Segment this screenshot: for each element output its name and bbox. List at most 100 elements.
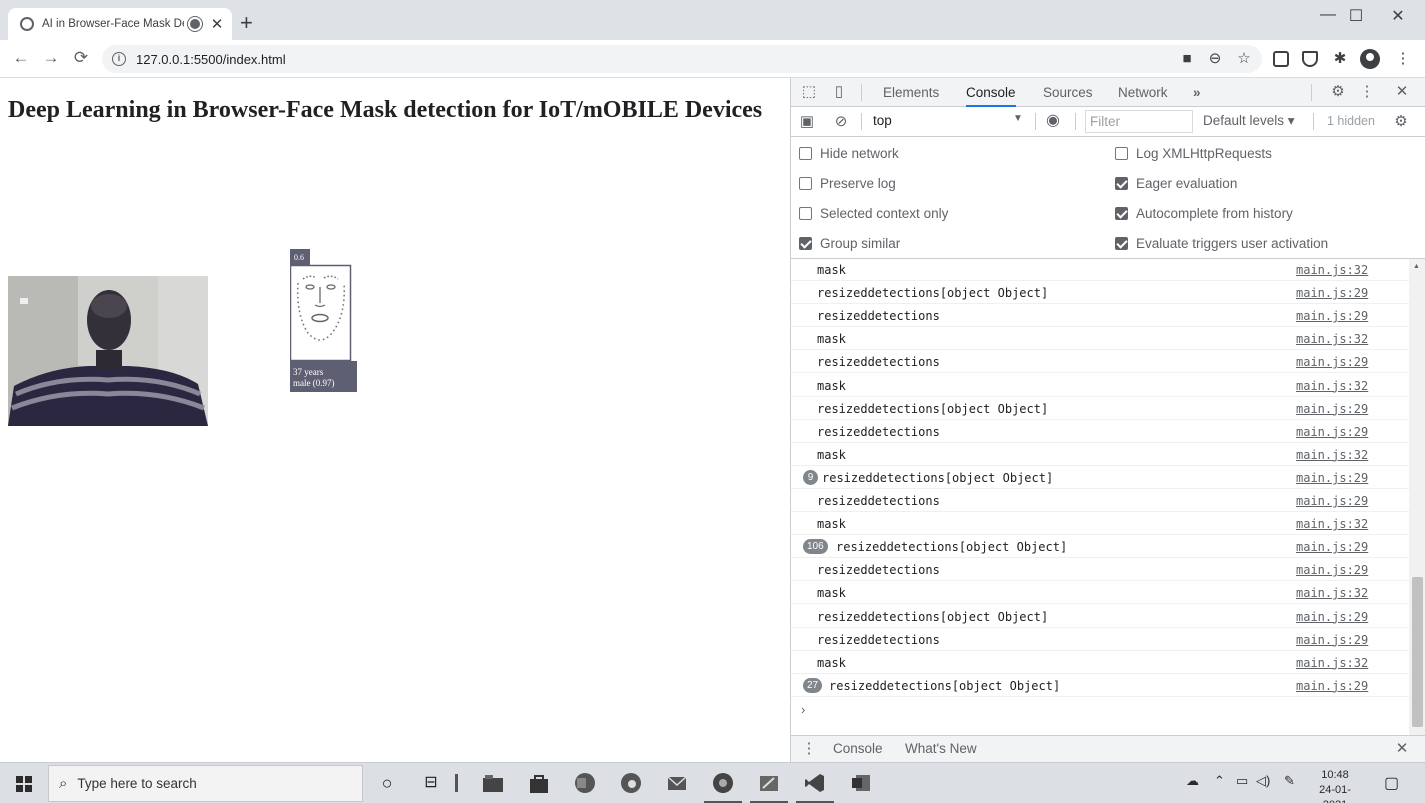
zoom-icon[interactable]: ⊖ [1205, 50, 1225, 68]
console-source-link[interactable]: main.js:29 [1296, 425, 1368, 439]
drawer-tab-whats-new[interactable]: What's New [905, 741, 977, 756]
tab-console[interactable]: Console [966, 78, 1016, 107]
scroll-thumb[interactable] [1412, 577, 1423, 727]
console-source-link[interactable]: main.js:29 [1296, 286, 1368, 300]
address-bar[interactable]: i 127.0.0.1:5500/index.html [102, 45, 1262, 73]
drawer-menu-icon[interactable]: ⋮ [799, 740, 819, 758]
console-source-link[interactable]: main.js:29 [1296, 402, 1368, 416]
console-source-link[interactable]: main.js:29 [1296, 309, 1368, 323]
word-icon[interactable] [850, 772, 872, 794]
task-view-icon[interactable]: ⊟ [420, 772, 442, 794]
setting-hide-network[interactable]: Hide network [799, 143, 899, 163]
setting-preserve-log[interactable]: Preserve log [799, 173, 896, 193]
console-source-link[interactable]: main.js:29 [1296, 563, 1368, 577]
device-toolbar-icon[interactable]: ▯ [829, 83, 849, 101]
pen-icon[interactable]: ✎ [1284, 773, 1295, 789]
console-prompt[interactable]: › [801, 702, 805, 717]
sidebar-toggle-icon[interactable]: ▣ [797, 113, 817, 131]
battery-icon[interactable]: ▭ [1236, 773, 1248, 789]
clear-console-icon[interactable]: ⊘ [831, 113, 851, 131]
powerpoint-icon[interactable] [574, 772, 596, 794]
console-scrollbar[interactable]: ▲ [1409, 259, 1425, 735]
console-source-link[interactable]: main.js:29 [1296, 610, 1368, 624]
setting-evaluate-triggers[interactable]: Evaluate triggers user activation [1115, 233, 1328, 253]
console-source-link[interactable]: main.js:32 [1296, 448, 1368, 462]
drawer-close-icon[interactable]: ✕ [1392, 740, 1412, 758]
console-source-link[interactable]: main.js:32 [1296, 656, 1368, 670]
checkbox-checked[interactable] [799, 236, 812, 250]
console-source-link[interactable]: main.js:29 [1296, 679, 1368, 693]
checkbox-checked[interactable] [1115, 206, 1128, 220]
devtools-close-icon[interactable]: ✕ [1392, 83, 1412, 101]
forward-button[interactable]: → [40, 48, 62, 68]
inspect-element-icon[interactable]: ⬚ [799, 83, 819, 101]
back-button[interactable]: ← [10, 48, 32, 68]
taskbar-search-placeholder[interactable]: Type here to search [77, 776, 196, 791]
notifications-icon[interactable]: ▢ [1384, 773, 1399, 793]
chevron-down-icon[interactable]: ▼ [1013, 113, 1023, 124]
profile-avatar-icon[interactable] [1360, 49, 1380, 69]
scroll-up-arrow-icon[interactable]: ▲ [1413, 263, 1420, 270]
live-expression-eye-icon[interactable]: ◉ [1043, 112, 1063, 130]
tray-expand-chevron-icon[interactable]: ⌃ [1214, 773, 1225, 789]
new-tab-button[interactable]: + [240, 12, 253, 34]
url-text[interactable]: 127.0.0.1:5500/index.html [136, 52, 286, 67]
pocket-icon[interactable] [1302, 51, 1318, 67]
more-tabs-button[interactable]: » [1193, 78, 1201, 107]
camera-icon[interactable]: ■ [1177, 50, 1197, 68]
site-info-icon[interactable]: i [112, 52, 126, 66]
windows-start-icon[interactable] [16, 776, 32, 792]
setting-group-similar[interactable]: Group similar [799, 233, 900, 253]
console-source-link[interactable]: main.js:32 [1296, 517, 1368, 531]
console-settings-gear-icon[interactable]: ⚙ [1391, 113, 1411, 131]
store-icon[interactable] [528, 772, 550, 794]
checkbox[interactable] [1115, 146, 1128, 160]
drawer-tab-console[interactable]: Console [833, 741, 883, 756]
console-source-link[interactable]: main.js:29 [1296, 471, 1368, 485]
chrome-icon[interactable] [704, 772, 742, 803]
extensions-puzzle-icon[interactable]: ✱ [1330, 50, 1350, 68]
devtools-settings-gear-icon[interactable]: ⚙ [1328, 83, 1348, 101]
tab-close-button[interactable]: ✕ [210, 15, 224, 33]
console-source-link[interactable]: main.js:29 [1296, 633, 1368, 647]
taskbar-search-box[interactable]: ⌕ Type here to search [48, 765, 363, 802]
console-source-link[interactable]: main.js:29 [1296, 355, 1368, 369]
checkbox[interactable] [799, 146, 812, 160]
extension-icon[interactable] [1273, 51, 1289, 67]
checkbox[interactable] [799, 176, 812, 190]
tab-elements[interactable]: Elements [883, 78, 939, 107]
tab-network[interactable]: Network [1118, 78, 1168, 107]
vscode-icon[interactable] [796, 772, 834, 803]
taskbar-clock[interactable]: 10:48 24-01-2021 [1310, 768, 1360, 803]
snipping-tool-icon[interactable] [750, 772, 788, 803]
reload-button[interactable]: ⟳ [70, 48, 92, 68]
checkbox[interactable] [799, 206, 812, 220]
tab-sources[interactable]: Sources [1043, 78, 1093, 107]
console-source-link[interactable]: main.js:32 [1296, 263, 1368, 277]
checkbox-checked[interactable] [1115, 236, 1128, 250]
setting-eager-evaluation[interactable]: Eager evaluation [1115, 173, 1237, 193]
close-window-button[interactable]: ✕ [1378, 6, 1418, 26]
setting-log-xhr[interactable]: Log XMLHttpRequests [1115, 143, 1272, 163]
console-source-link[interactable]: main.js:32 [1296, 379, 1368, 393]
edge-icon[interactable] [620, 772, 642, 794]
log-levels-dropdown[interactable]: Default levels ▾ [1203, 113, 1295, 129]
console-source-link[interactable]: main.js:29 [1296, 540, 1368, 554]
console-source-link[interactable]: main.js:29 [1296, 494, 1368, 508]
file-explorer-icon[interactable] [482, 772, 504, 794]
filter-input[interactable]: Filter [1085, 110, 1193, 133]
context-select[interactable]: top [873, 113, 1023, 128]
checkbox-checked[interactable] [1115, 176, 1128, 190]
mail-icon[interactable] [666, 772, 688, 794]
bookmark-star-icon[interactable]: ☆ [1234, 50, 1254, 68]
cortana-circle-icon[interactable]: ○ [376, 772, 398, 794]
devtools-menu-icon[interactable]: ⋮ [1357, 83, 1377, 101]
console-source-link[interactable]: main.js:32 [1296, 332, 1368, 346]
setting-selected-context-only[interactable]: Selected context only [799, 203, 948, 223]
console-source-link[interactable]: main.js:32 [1296, 586, 1368, 600]
volume-icon[interactable]: ◁) [1256, 773, 1270, 789]
browser-tab[interactable]: AI in Browser-Face Mask Det ✕ [8, 8, 232, 40]
menu-kebab-icon[interactable]: ⋮ [1393, 50, 1413, 68]
maximize-button[interactable]: ☐ [1336, 6, 1376, 26]
onedrive-icon[interactable]: ☁ [1186, 773, 1199, 789]
